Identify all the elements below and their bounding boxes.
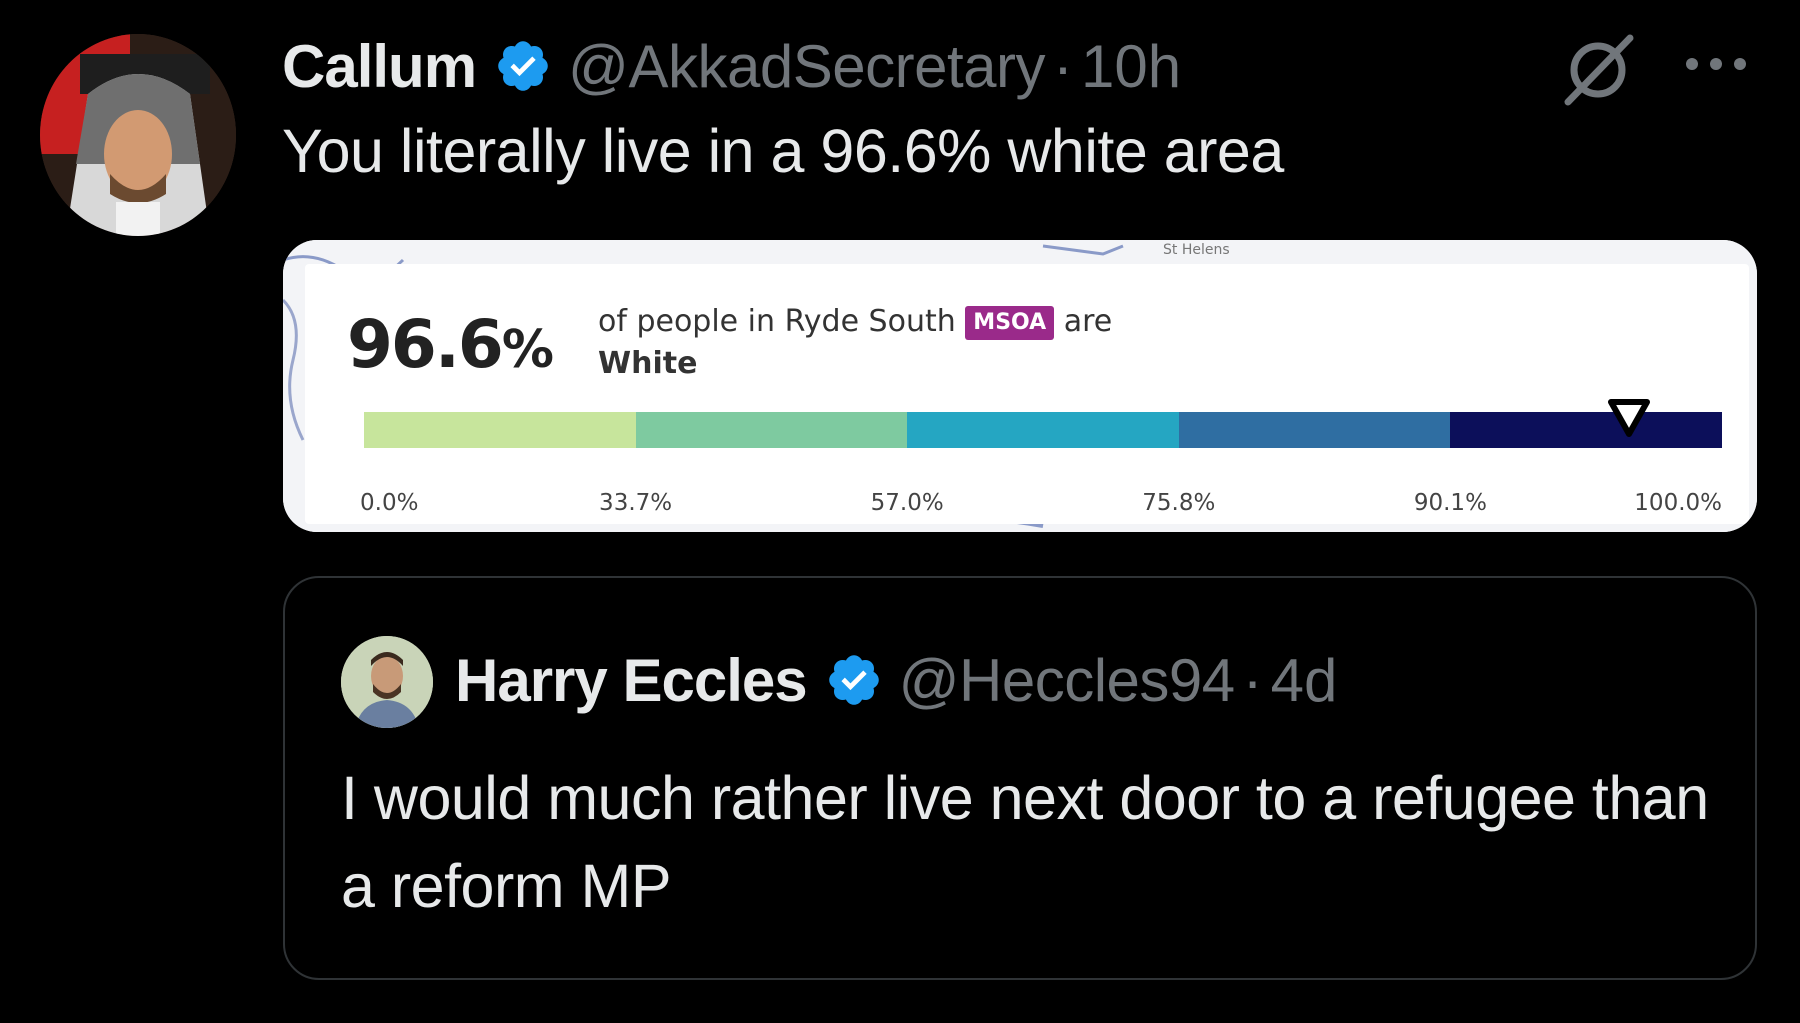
author-avatar[interactable]: [40, 34, 236, 236]
stat-panel: 96.6% of people in Ryde South MSOA are W…: [305, 264, 1749, 524]
description-suffix: are: [1063, 304, 1113, 339]
scale-marker-icon: [1607, 398, 1651, 438]
tweet-time[interactable]: 10h: [1081, 32, 1181, 101]
tweet-text: You literally live in a 96.6% white area: [282, 117, 1284, 185]
msoa-badge: MSOA: [965, 306, 1055, 340]
verified-badge-icon[interactable]: [825, 651, 883, 709]
quoted-header-separator: ·: [1242, 646, 1263, 714]
avatar-image: [40, 34, 236, 236]
map-place-label: St Helens: [1163, 242, 1230, 258]
description-group: White: [598, 346, 698, 381]
tweet-header: Callum @AkkadSecretary · 10h: [282, 26, 1181, 106]
scale-tick-label: 90.1%: [1413, 490, 1487, 516]
color-scale-bar: [364, 412, 1722, 448]
verified-badge-icon[interactable]: [494, 37, 552, 95]
quoted-tweet[interactable]: Harry Eccles @Heccles94 · 4d I would muc…: [283, 576, 1757, 980]
percentage-value: 96.6%: [347, 306, 554, 383]
quoted-author-name[interactable]: Harry Eccles: [455, 646, 808, 715]
quoted-avatar-image: [341, 636, 433, 728]
tweet: Callum @AkkadSecretary · 10h You literal…: [0, 0, 1800, 1023]
percentage-sign: %: [501, 320, 554, 380]
author-name[interactable]: Callum: [282, 32, 477, 101]
scale-segment: [907, 412, 1179, 448]
quoted-tweet-text: I would much rather live next door to a …: [341, 764, 1709, 920]
scale-segment: [364, 412, 636, 448]
scale-segment: [1178, 412, 1451, 448]
grok-icon[interactable]: [1558, 28, 1638, 108]
quoted-author-handle[interactable]: @Heccles94: [899, 646, 1236, 715]
stat-description: of people in Ryde South MSOA are: [598, 300, 1112, 344]
scale-segment: [1450, 412, 1722, 448]
header-separator: ·: [1052, 32, 1073, 100]
tweet-media-image[interactable]: St Helens 96.6% of people in Ryde South …: [283, 240, 1757, 532]
percentage-number: 96.6: [347, 306, 504, 383]
scale-tick-label: 33.7%: [599, 490, 673, 516]
scale-tick-label: 75.8%: [1142, 490, 1216, 516]
description-prefix: of people in Ryde South: [598, 304, 956, 339]
author-handle[interactable]: @AkkadSecretary: [568, 32, 1045, 101]
scale-tick-label: 0.0%: [360, 490, 419, 516]
scale-segment: [635, 412, 908, 448]
quoted-tweet-header: Harry Eccles @Heccles94 · 4d: [455, 640, 1337, 720]
more-options-icon[interactable]: [1680, 52, 1752, 76]
quoted-tweet-time[interactable]: 4d: [1271, 646, 1338, 715]
quoted-author-avatar[interactable]: [341, 636, 433, 728]
scale-tick-label: 57.0%: [870, 490, 944, 516]
scale-tick-label: 100.0%: [1634, 490, 1722, 516]
